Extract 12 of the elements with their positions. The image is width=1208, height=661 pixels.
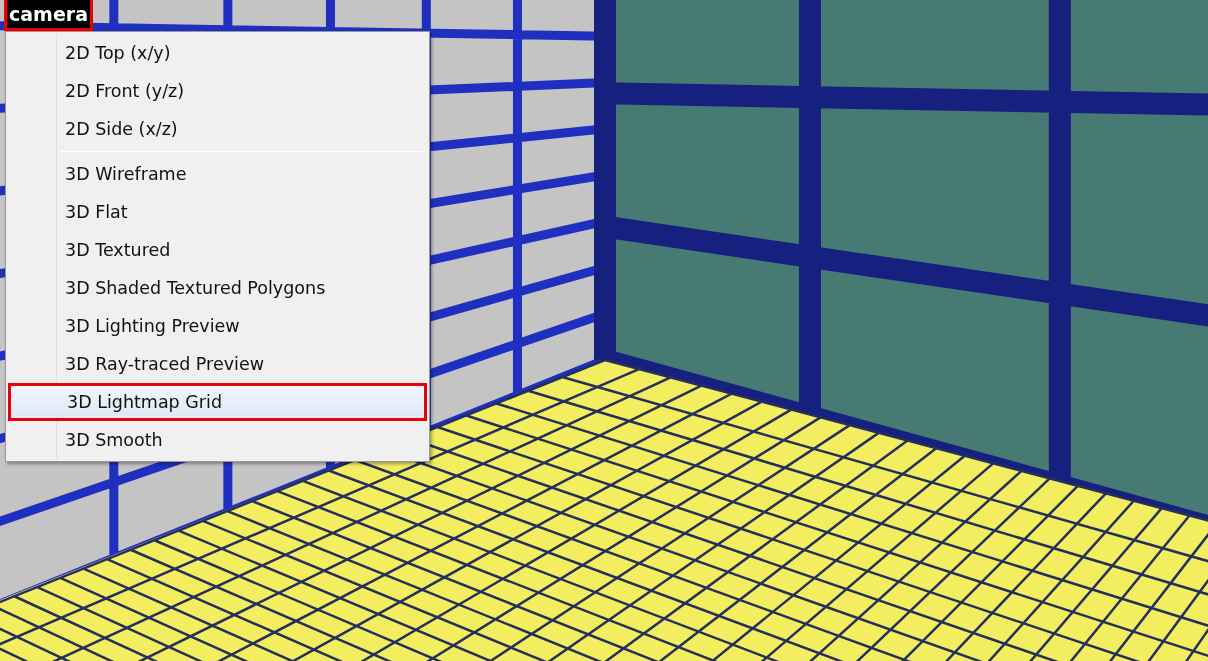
menu-item[interactable]: 3D Smooth — [8, 421, 427, 459]
menu-item[interactable]: 3D Shaded Textured Polygons — [8, 269, 427, 307]
menu-item[interactable]: 3D Textured — [8, 231, 427, 269]
menu-item[interactable]: 3D Flat — [8, 193, 427, 231]
menu-item[interactable]: 3D Lightmap Grid — [8, 383, 427, 421]
menu-item[interactable]: 2D Top (x/y) — [8, 34, 427, 72]
menu-item[interactable]: 3D Lighting Preview — [8, 307, 427, 345]
menu-item[interactable]: 2D Front (y/z) — [8, 72, 427, 110]
menu-item[interactable]: 3D Wireframe — [8, 155, 427, 193]
viewport-label[interactable]: camera — [4, 0, 93, 31]
menu-item[interactable]: 2D Side (x/z) — [8, 110, 427, 148]
menu-item[interactable]: 3D Ray-traced Preview — [8, 345, 427, 383]
